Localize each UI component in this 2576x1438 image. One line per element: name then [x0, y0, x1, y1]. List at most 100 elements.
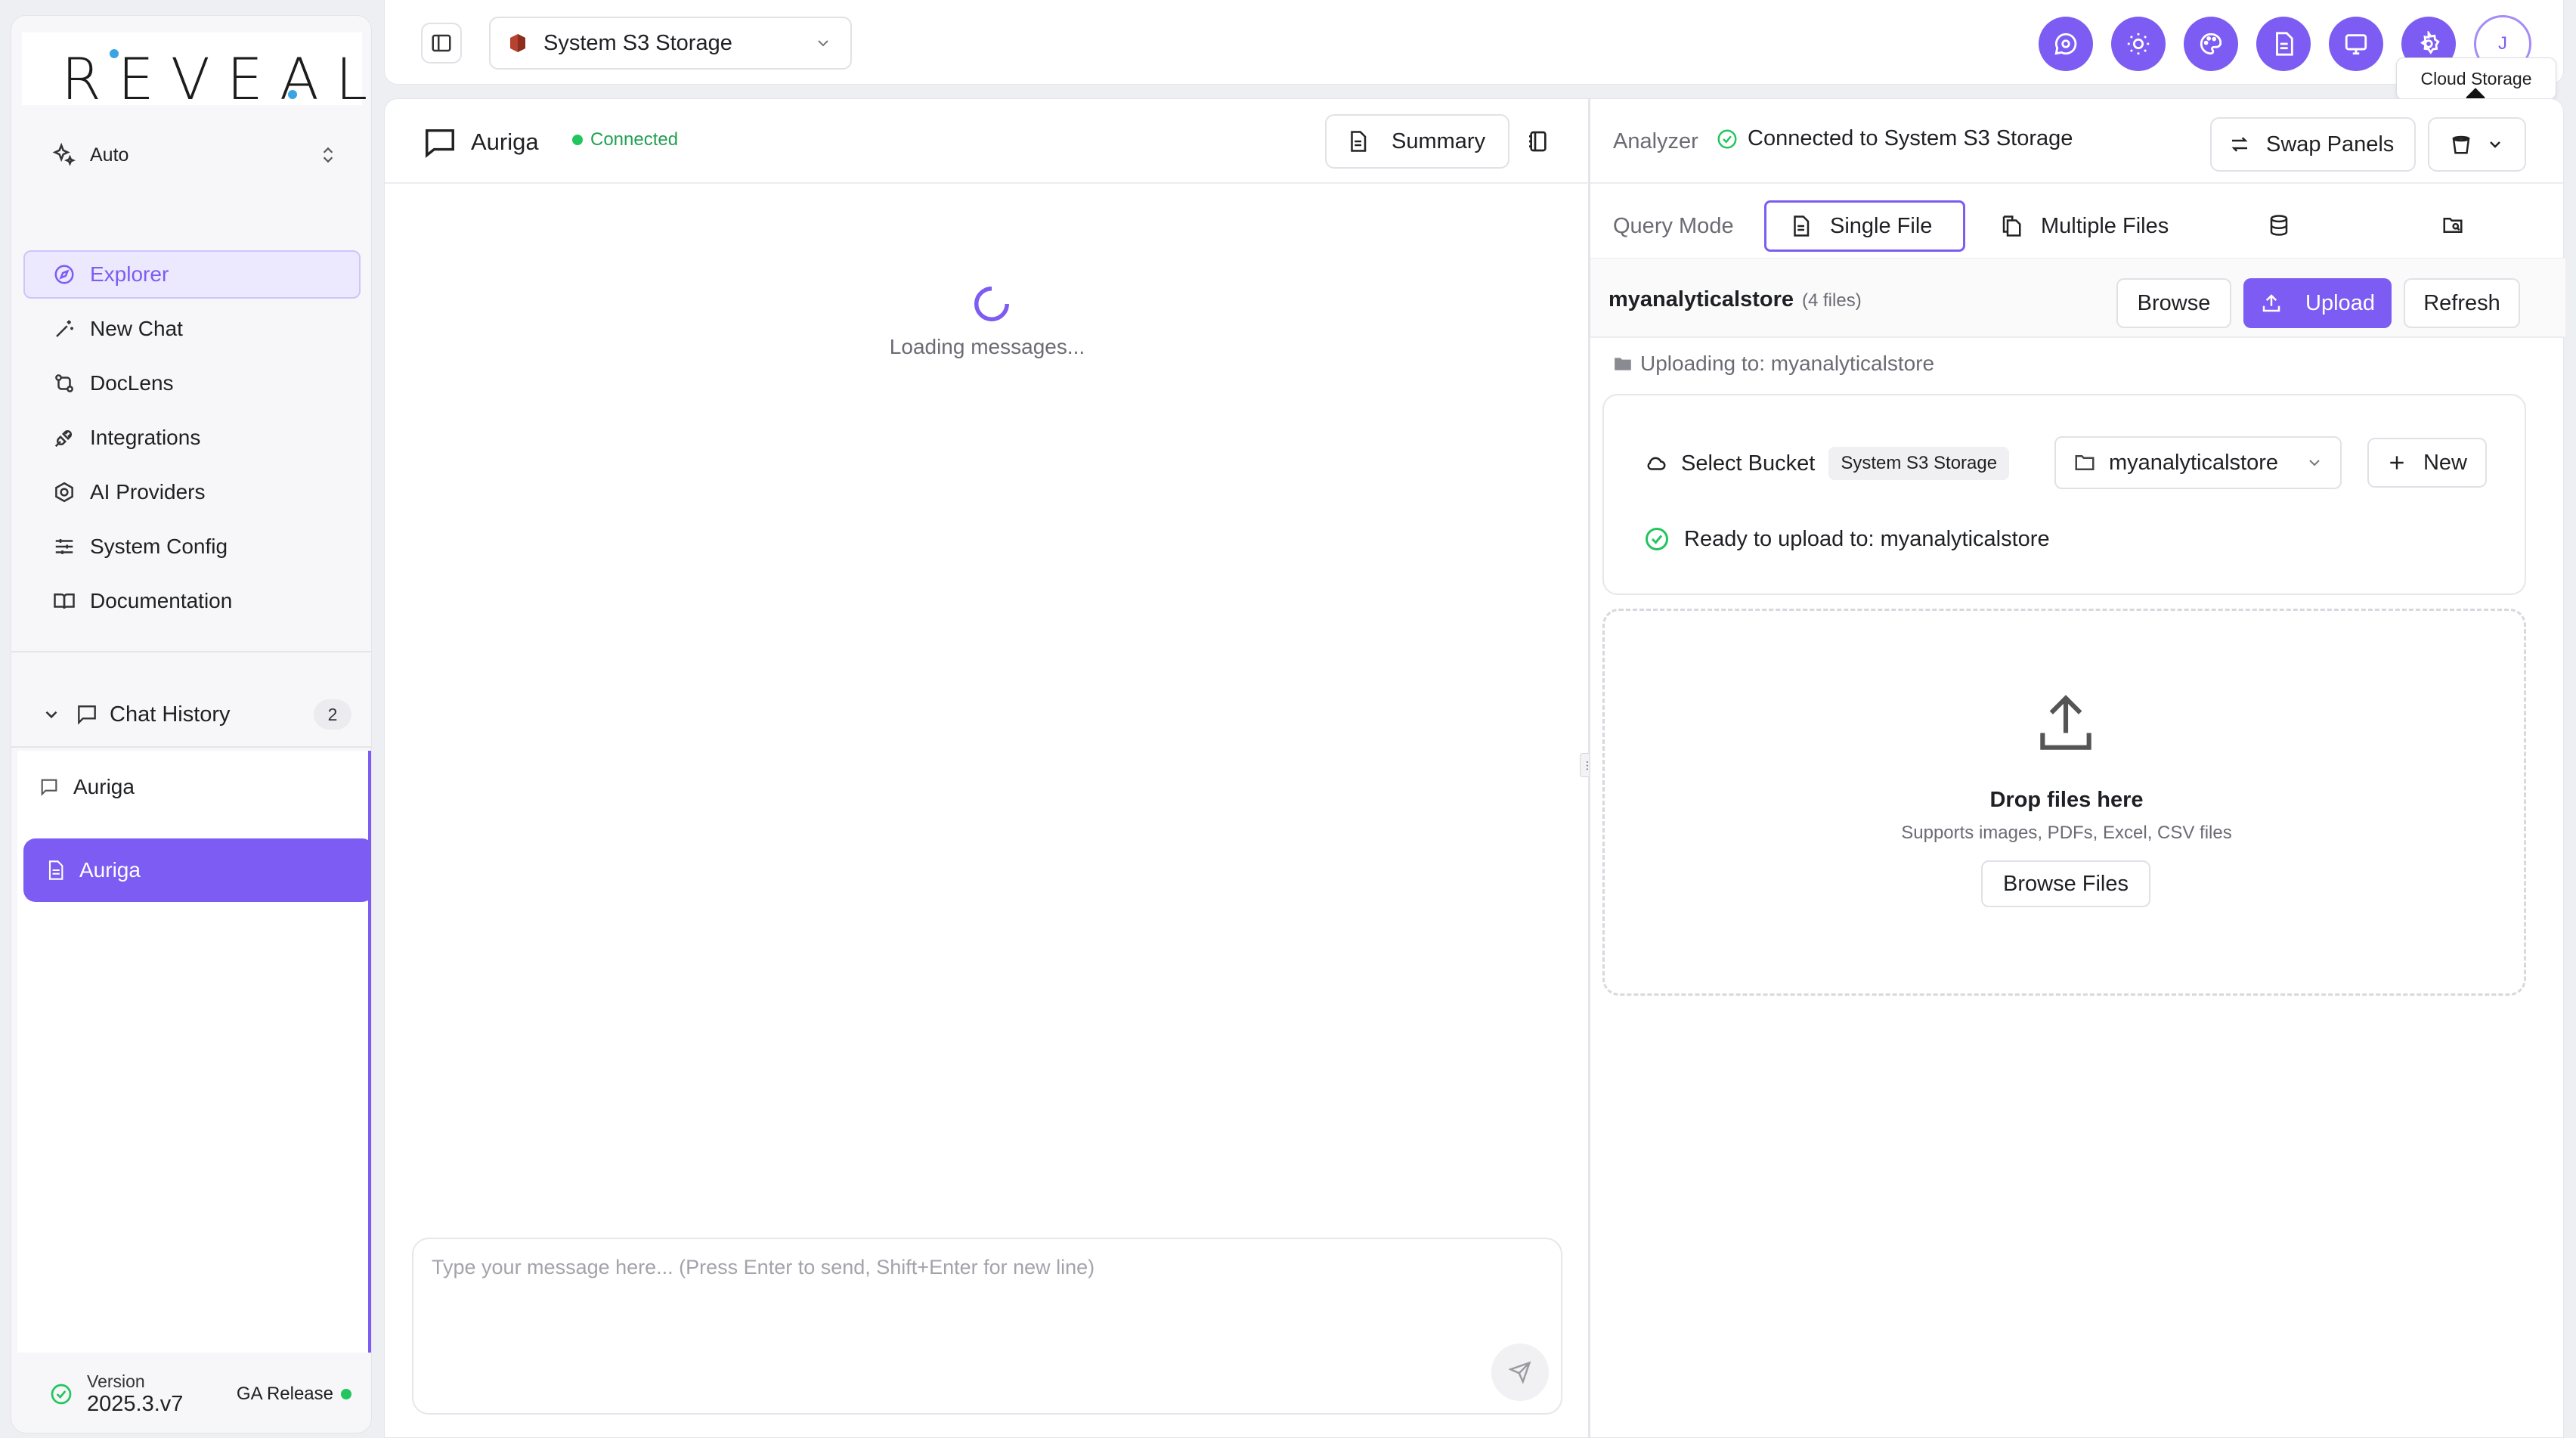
tab-multiple-files-label: Multiple Files — [2041, 213, 2169, 238]
upload-ready-status: Ready to upload to: myanalyticalstore — [1643, 525, 2050, 553]
message-square-icon — [78, 705, 96, 725]
sidebar-item-label: Integrations — [90, 426, 201, 449]
check-circle-icon — [1717, 129, 1737, 148]
file-text-icon — [1794, 215, 1810, 237]
refresh-button[interactable]: Refresh — [2404, 278, 2520, 328]
upload-destination-text: Uploading to: myanalyticalstore — [1640, 352, 1935, 375]
notebook-icon[interactable] — [1526, 128, 1550, 155]
chat-history-title: Chat History — [110, 702, 231, 727]
sidebar-item-integrations[interactable]: Integrations — [23, 414, 361, 462]
browse-button[interactable]: Browse — [2116, 278, 2231, 328]
drop-zone-title: Drop files here — [1989, 788, 2144, 812]
upload-button[interactable]: Upload — [2243, 278, 2392, 328]
document-icon — [48, 860, 63, 880]
chevron-down-icon — [818, 40, 828, 47]
sidebar-item-label: Explorer — [90, 262, 169, 286]
logo: REVEAL — [22, 33, 367, 108]
magic-wand-icon — [56, 320, 73, 337]
sidebar-item-new-chat[interactable]: New Chat — [23, 305, 361, 353]
chat-bubble-button[interactable] — [2039, 17, 2093, 71]
chevron-down-icon — [2309, 460, 2320, 466]
book-icon — [54, 593, 75, 609]
chat-header: Auriga Connected Summary — [385, 99, 1590, 184]
swap-panels-label: Swap Panels — [2266, 132, 2395, 157]
top-bar: System S3 Storage J — [384, 0, 2564, 85]
compass-icon — [54, 265, 74, 284]
sparkles-icon — [52, 142, 76, 166]
analyzer-connection-text: Connected to System S3 Storage — [1748, 126, 2073, 150]
document-button[interactable] — [2256, 17, 2311, 71]
sidebar-toggle-button[interactable] — [421, 23, 462, 64]
summary-button[interactable]: Summary — [1325, 114, 1509, 169]
chat-history-item-active[interactable]: Auriga — [23, 838, 371, 902]
query-mode-label: Query Mode — [1613, 214, 1734, 238]
message-input[interactable]: Type your message here... (Press Enter t… — [412, 1238, 1562, 1415]
select-bucket-label: Select Bucket — [1681, 451, 1816, 476]
sidebar-item-system-config[interactable]: System Config — [23, 522, 361, 571]
database-icon[interactable] — [2268, 214, 2290, 237]
sidebar-item-doclens[interactable]: DocLens — [23, 359, 361, 408]
chat-history-item-label: Auriga — [79, 858, 141, 882]
storage-selector[interactable]: System S3 Storage — [489, 17, 852, 70]
loading-spinner-icon — [974, 287, 1009, 321]
analyzer-connection: Connected to System S3 Storage — [1716, 126, 2073, 151]
release-label: GA Release — [236, 1384, 333, 1404]
chat-title-text: Auriga — [471, 129, 539, 155]
tab-single-file-label: Single File — [1830, 213, 1933, 238]
sidebar-nav: Explorer New Chat DocLens Integrations A… — [23, 250, 361, 631]
chat-panel: Auriga Connected Summary Loading message… — [384, 98, 1590, 1438]
palette-button[interactable] — [2184, 17, 2238, 71]
drop-zone-subtitle: Supports images, PDFs, Excel, CSV files — [1901, 823, 2232, 843]
sliders-icon — [55, 539, 73, 554]
sidebar-item-explorer[interactable]: Explorer — [23, 250, 361, 299]
analyzer-panel: Analyzer Connected to System S3 Storage … — [1589, 98, 2565, 1438]
tab-multiple-files[interactable]: Multiple Files — [1977, 200, 2191, 252]
message-input-placeholder: Type your message here... (Press Enter t… — [432, 1256, 1095, 1278]
bucket-menu-button[interactable] — [2428, 117, 2526, 172]
connection-status-text: Connected — [590, 129, 679, 150]
chat-history-list: Auriga Auriga — [17, 751, 371, 1353]
folder-icon — [1615, 358, 1631, 370]
version-number: 2025.3.v7 — [87, 1391, 184, 1416]
chat-history-item[interactable]: Auriga — [17, 755, 368, 819]
chat-history-toggle[interactable]: Chat History 2 — [42, 693, 351, 736]
git-compare-icon — [55, 374, 73, 392]
release-badge: GA Release — [237, 1384, 351, 1405]
loading-text: Loading messages... — [889, 335, 1085, 358]
cloud-icon — [1647, 457, 1666, 470]
bucket-dropdown-value: myanalyticalstore — [2109, 450, 2279, 475]
upload-destination: Uploading to: myanalyticalstore — [1613, 352, 1934, 376]
gear-icon — [2420, 31, 2440, 54]
theme-toggle-button[interactable] — [2111, 17, 2166, 71]
sidebar-item-ai-providers[interactable]: AI Providers — [23, 468, 361, 516]
palette-icon — [2200, 33, 2222, 55]
plug-icon — [54, 429, 73, 448]
new-bucket-button[interactable]: New — [2367, 438, 2487, 488]
monitor-message-icon — [2345, 34, 2367, 55]
upload-icon — [2262, 294, 2280, 312]
connection-status: Connected — [572, 129, 678, 150]
bucket-dropdown[interactable]: myanalyticalstore — [2054, 436, 2342, 489]
sidebar-item-documentation[interactable]: Documentation — [23, 577, 361, 625]
analyzer-header: Analyzer Connected to System S3 Storage … — [1590, 99, 2565, 184]
sun-icon — [2127, 33, 2150, 55]
bucket-selection-card: Select Bucket System S3 Storage myanalyt… — [1602, 394, 2526, 595]
browse-files-button[interactable]: Browse Files — [1981, 860, 2150, 907]
send-button[interactable] — [1491, 1343, 1549, 1401]
chevron-down-icon — [45, 711, 57, 719]
store-row: myanalyticalstore (4 files) Browse Uploa… — [1590, 258, 2565, 338]
mode-label: Auto — [90, 144, 129, 166]
mode-selector[interactable]: Auto — [51, 135, 338, 175]
file-text-icon — [1351, 131, 1367, 152]
chat-title: Auriga — [423, 123, 539, 161]
sidebar-item-label: System Config — [90, 535, 228, 558]
folder-search-icon[interactable] — [2440, 214, 2466, 237]
message-square-icon — [426, 129, 454, 158]
tab-single-file[interactable]: Single File — [1764, 200, 1965, 252]
monitor-chat-button[interactable] — [2329, 17, 2383, 71]
sidebar-item-label: Documentation — [90, 589, 233, 612]
file-drop-zone[interactable]: Drop files here Supports images, PDFs, E… — [1602, 609, 2526, 996]
check-circle-icon — [51, 1384, 72, 1405]
version-info: Version 2025.3.v7 GA Release — [49, 1368, 351, 1421]
swap-panels-button[interactable]: Swap Panels — [2210, 117, 2416, 172]
